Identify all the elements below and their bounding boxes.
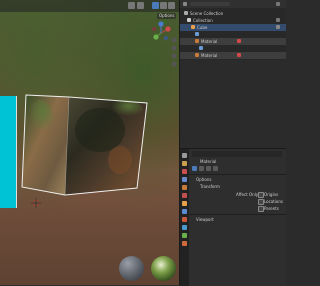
collection-icon — [187, 18, 191, 22]
divider — [189, 174, 286, 175]
side-panel: Scene Collection Collection Cube Materia… — [179, 0, 286, 286]
navigation-gizmo — [152, 20, 171, 40]
outliner-row[interactable]: Material — [180, 38, 286, 45]
outliner-row[interactable]: Material — [180, 52, 286, 59]
editor-type-icon[interactable] — [183, 2, 187, 6]
visibility-eye-icon[interactable] — [276, 18, 280, 22]
outliner: Scene Collection Collection Cube Materia… — [180, 0, 286, 60]
constraints-tab-icon[interactable] — [182, 233, 187, 238]
material-icon — [195, 53, 199, 57]
tool-icon[interactable] — [206, 166, 211, 171]
tool-icon[interactable] — [213, 166, 218, 171]
locations-label: Locations — [264, 199, 284, 204]
modifier-tab-icon[interactable] — [182, 209, 187, 214]
outliner-row[interactable] — [180, 45, 286, 52]
visibility-eye-icon[interactable] — [276, 25, 280, 29]
modifier-icon — [195, 32, 199, 36]
transform-section-header[interactable]: Transform — [200, 184, 220, 189]
output-tab-icon[interactable] — [182, 169, 187, 174]
outliner-search-input[interactable] — [190, 2, 230, 6]
view-layer-tab-icon[interactable] — [182, 177, 187, 182]
origins-label: Origins — [264, 192, 279, 197]
object-tab-icon[interactable] — [182, 201, 187, 206]
render-tab-icon[interactable] — [182, 161, 187, 166]
outliner-row[interactable]: Scene Collection — [180, 10, 286, 17]
restrict-icon[interactable] — [237, 53, 241, 57]
outliner-row[interactable]: Collection — [180, 17, 286, 24]
tool-icon[interactable] — [192, 166, 197, 171]
parents-label: Parents — [264, 206, 279, 211]
outliner-row-selected[interactable]: Cube — [180, 24, 286, 31]
data-icon — [199, 46, 203, 50]
particles-tab-icon[interactable] — [182, 217, 187, 222]
hdri-sphere[interactable] — [151, 256, 176, 281]
world-tab-icon[interactable] — [182, 193, 187, 198]
viewport-section-header[interactable]: Viewport — [196, 217, 214, 222]
object-name: Material — [200, 159, 217, 164]
3d-viewport[interactable]: Options — [0, 0, 179, 285]
matcap-sphere-gray[interactable] — [119, 256, 144, 281]
affect-only-label: Affect Only — [236, 192, 259, 197]
properties-search-input[interactable] — [192, 151, 282, 157]
material-icon — [195, 39, 199, 43]
viewport-side-tools — [171, 37, 177, 67]
filter-icon[interactable] — [276, 2, 280, 6]
tool-tab-icon[interactable] — [182, 153, 187, 158]
3d-cursor-icon — [31, 198, 41, 208]
outliner-row[interactable] — [180, 59, 286, 62]
physics-tab-icon[interactable] — [182, 225, 187, 230]
properties-editor: Material Options Transform Affect Only O… — [180, 148, 286, 286]
material-tab-icon[interactable] — [182, 241, 187, 246]
properties-tabs — [180, 149, 189, 286]
restrict-icon[interactable] — [237, 39, 241, 43]
outliner-row[interactable] — [180, 31, 286, 38]
scene-tab-icon[interactable] — [182, 185, 187, 190]
tool-icon[interactable] — [199, 166, 204, 171]
divider — [189, 214, 286, 215]
mesh-object-icon — [191, 25, 195, 29]
outliner-header — [180, 0, 286, 8]
scene-collection-icon — [184, 11, 188, 15]
cube-object[interactable] — [0, 0, 179, 285]
options-section-header[interactable]: Options — [196, 177, 211, 182]
